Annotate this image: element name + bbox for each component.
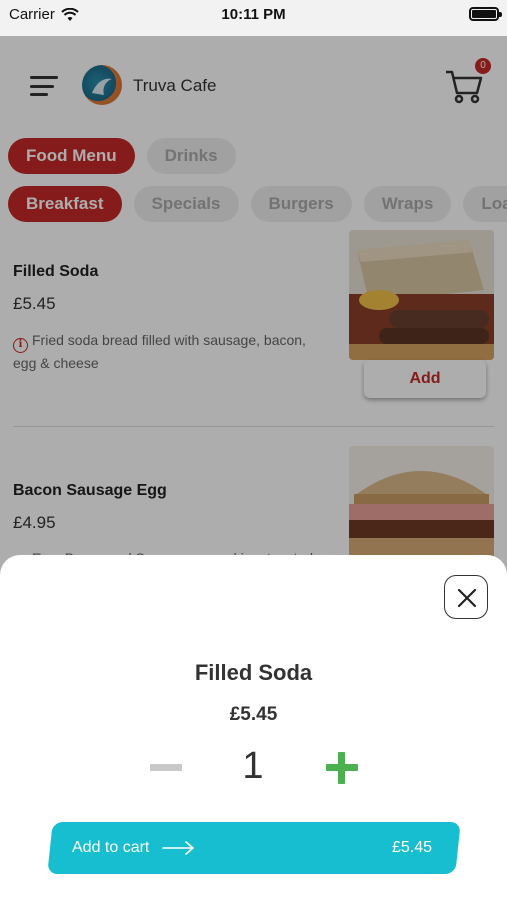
minus-icon[interactable] xyxy=(150,764,182,771)
status-bar: Carrier 10:11 PM xyxy=(0,0,507,36)
battery-icon xyxy=(469,7,502,21)
cart-total: £5.45 xyxy=(391,839,432,856)
add-to-cart-sheet: Filled Soda £5.45 1 Add to cart £5.45 xyxy=(0,555,507,900)
close-button[interactable] xyxy=(444,575,488,619)
add-to-cart-label: Add to cart xyxy=(72,839,150,856)
sheet-item-price: £5.45 xyxy=(229,704,278,725)
status-time: 10:11 PM xyxy=(221,6,286,23)
close-icon xyxy=(457,588,477,608)
quantity-value: 1 xyxy=(242,745,264,787)
sheet-item-title: Filled Soda xyxy=(194,660,313,685)
add-to-cart-button[interactable]: Add to cart £5.45 xyxy=(47,822,461,874)
arrow-right-icon xyxy=(162,841,194,855)
plus-icon[interactable] xyxy=(326,752,358,784)
